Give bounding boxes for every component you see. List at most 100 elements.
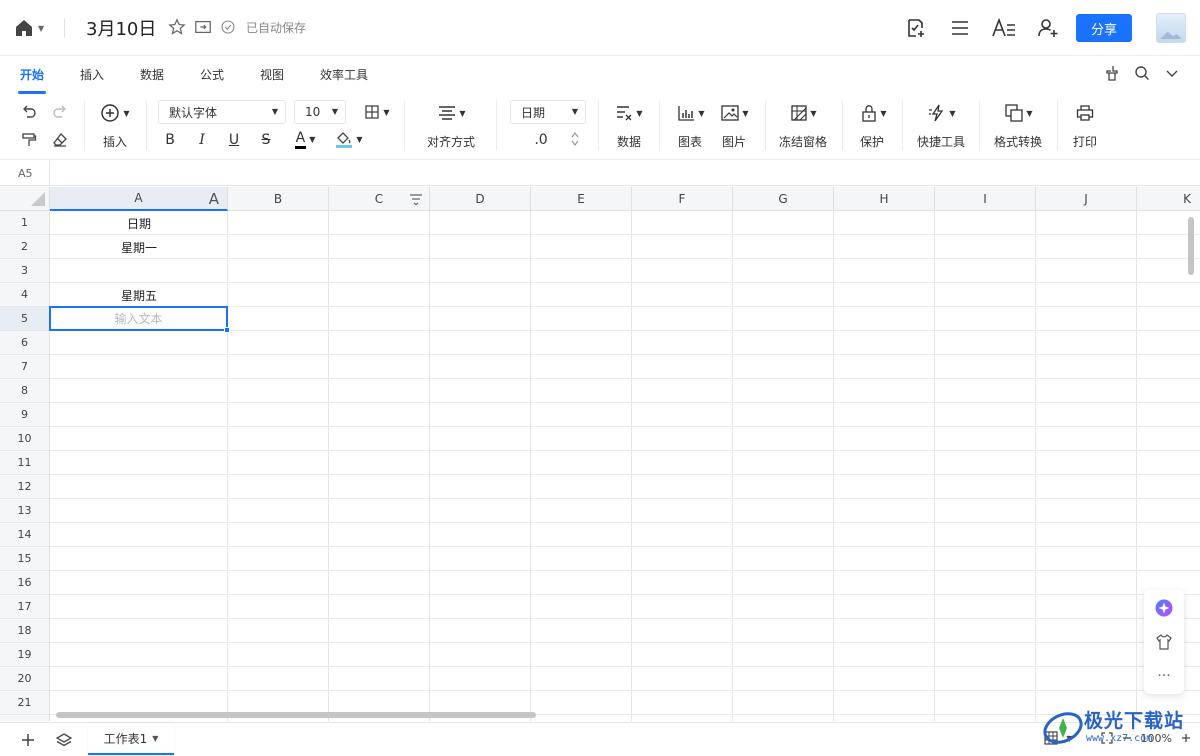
add-collaborator-button[interactable] bbox=[1026, 10, 1070, 46]
vertical-scrollbar[interactable] bbox=[1188, 217, 1194, 275]
bold-button[interactable]: B bbox=[160, 130, 180, 150]
tab-view[interactable]: 视图 bbox=[260, 66, 284, 83]
row-header-1[interactable]: 1 bbox=[0, 211, 50, 235]
cell-reference-box[interactable]: A5 bbox=[0, 161, 50, 186]
row-header-14[interactable]: 14 bbox=[0, 523, 50, 547]
row-header-2[interactable]: 2 bbox=[0, 235, 50, 259]
quick-tools-dropdown-button[interactable]: ▼ bbox=[924, 102, 960, 124]
select-all-corner[interactable] bbox=[0, 187, 50, 211]
cell-a4[interactable]: 星期五 bbox=[50, 283, 228, 307]
menu-button[interactable] bbox=[938, 10, 982, 46]
share-button[interactable]: 分享 bbox=[1076, 14, 1132, 42]
document-title[interactable]: 3月10日 bbox=[86, 15, 156, 41]
row-header-11[interactable]: 11 bbox=[0, 451, 50, 475]
column-header-k[interactable]: K bbox=[1137, 187, 1200, 211]
tab-formula[interactable]: 公式 bbox=[200, 66, 224, 83]
column-header-i[interactable]: I bbox=[935, 187, 1036, 211]
active-cell-a5[interactable]: 输入文本 bbox=[49, 306, 228, 331]
column-filter-icon[interactable] bbox=[409, 193, 423, 205]
chevron-down-icon[interactable]: ▼ bbox=[152, 734, 158, 743]
cell-a2[interactable]: 星期一 bbox=[50, 235, 228, 259]
freeze-panes-dropdown-button[interactable]: ▼ bbox=[787, 102, 821, 124]
row-header-22[interactable]: 22 bbox=[0, 715, 50, 721]
chevron-up-icon[interactable] bbox=[571, 132, 579, 138]
borders-button[interactable]: ▼ bbox=[360, 102, 394, 122]
row-header-9[interactable]: 9 bbox=[0, 403, 50, 427]
cell-a1[interactable]: 日期 bbox=[50, 211, 228, 235]
undo-button[interactable] bbox=[18, 102, 40, 122]
clear-format-button[interactable] bbox=[49, 130, 71, 150]
decimal-stepper[interactable] bbox=[568, 127, 582, 151]
row-header-4[interactable]: 4 bbox=[0, 283, 50, 307]
underline-button[interactable]: U bbox=[224, 130, 244, 150]
chevron-down-icon[interactable] bbox=[571, 140, 579, 146]
column-header-d[interactable]: D bbox=[430, 187, 531, 211]
row-header-12[interactable]: 12 bbox=[0, 475, 50, 499]
font-family-select[interactable]: 默认字体 ▼ bbox=[158, 100, 286, 124]
review-button[interactable] bbox=[894, 10, 938, 46]
number-format-select[interactable]: 日期 ▼ bbox=[510, 100, 586, 124]
fill-handle[interactable] bbox=[224, 327, 230, 333]
tab-insert[interactable]: 插入 bbox=[80, 66, 104, 83]
collapse-ribbon-chevron-icon[interactable] bbox=[1164, 65, 1180, 81]
row-header-6[interactable]: 6 bbox=[0, 331, 50, 355]
align-dropdown-button[interactable]: ▼ bbox=[434, 102, 470, 124]
star-icon[interactable] bbox=[168, 18, 186, 36]
sheet-tab-1[interactable]: 工作表1 ▼ bbox=[88, 723, 174, 755]
row-header-19[interactable]: 19 bbox=[0, 643, 50, 667]
column-header-f[interactable]: F bbox=[632, 187, 733, 211]
text-settings-button[interactable] bbox=[982, 10, 1026, 46]
sheet-list-button[interactable] bbox=[54, 731, 74, 749]
avatar[interactable] bbox=[1156, 13, 1186, 43]
data-dropdown-button[interactable]: ▼ bbox=[612, 102, 646, 124]
column-header-label: A bbox=[134, 191, 143, 205]
protect-dropdown-button[interactable]: ▼ bbox=[857, 102, 891, 124]
tab-start[interactable]: 开始 bbox=[17, 66, 47, 94]
row-header-8[interactable]: 8 bbox=[0, 379, 50, 403]
toolbar-separator bbox=[902, 100, 903, 150]
column-header-c[interactable]: C bbox=[329, 187, 430, 211]
row-header-16[interactable]: 16 bbox=[0, 571, 50, 595]
format-convert-dropdown-button[interactable]: ▼ bbox=[1001, 102, 1037, 124]
move-to-folder-icon[interactable] bbox=[194, 18, 212, 36]
fill-color-button[interactable]: ▼ bbox=[332, 128, 366, 150]
redo-button[interactable] bbox=[49, 102, 71, 122]
row-header-17[interactable]: 17 bbox=[0, 595, 50, 619]
strikethrough-button[interactable]: S bbox=[256, 130, 276, 150]
add-sheet-button[interactable] bbox=[18, 731, 38, 749]
font-color-button[interactable]: A ▼ bbox=[288, 128, 322, 150]
print-button[interactable] bbox=[1074, 102, 1096, 124]
column-header-h[interactable]: H bbox=[834, 187, 935, 211]
horizontal-scrollbar[interactable] bbox=[56, 712, 536, 718]
column-header-a[interactable]: AA bbox=[50, 187, 228, 211]
column-header-b[interactable]: B bbox=[228, 187, 329, 211]
format-painter-brush-icon[interactable] bbox=[1104, 65, 1120, 81]
row-header-21[interactable]: 21 bbox=[0, 691, 50, 715]
insert-dropdown-button[interactable]: ▼ bbox=[98, 102, 132, 124]
tab-efficiency-tools[interactable]: 效率工具 bbox=[320, 66, 368, 83]
row-header-15[interactable]: 15 bbox=[0, 547, 50, 571]
row-header-5[interactable]: 5 bbox=[0, 307, 50, 331]
font-size-select[interactable]: 10 ▼ bbox=[294, 100, 346, 124]
column-font-size-badge[interactable]: A bbox=[209, 190, 219, 208]
column-header-g[interactable]: G bbox=[733, 187, 834, 211]
column-header-e[interactable]: E bbox=[531, 187, 632, 211]
format-painter-button[interactable] bbox=[18, 130, 40, 150]
chart-dropdown-button[interactable]: ▼ bbox=[674, 102, 708, 124]
search-icon[interactable] bbox=[1134, 65, 1150, 81]
tab-data[interactable]: 数据 bbox=[140, 66, 164, 83]
row-header-3[interactable]: 3 bbox=[0, 259, 50, 283]
image-dropdown-button[interactable]: ▼ bbox=[718, 102, 752, 124]
row-header-20[interactable]: 20 bbox=[0, 667, 50, 691]
row-header-10[interactable]: 10 bbox=[0, 427, 50, 451]
home-button[interactable]: ▼ bbox=[14, 16, 54, 40]
column-header-j[interactable]: J bbox=[1036, 187, 1137, 211]
italic-button[interactable]: I bbox=[192, 130, 212, 150]
spreadsheet-grid[interactable]: AABCDEFGHIJK 1 2 3 4 5 6 7 8 9 10 11 12 13 14 15 16 17 18… bbox=[0, 187, 1200, 721]
skin-theme-button[interactable] bbox=[1144, 626, 1184, 658]
row-header-13[interactable]: 13 bbox=[0, 499, 50, 523]
row-header-7[interactable]: 7 bbox=[0, 355, 50, 379]
ai-assistant-button[interactable] bbox=[1144, 592, 1184, 624]
more-options-button[interactable]: ··· bbox=[1144, 660, 1184, 692]
row-header-18[interactable]: 18 bbox=[0, 619, 50, 643]
